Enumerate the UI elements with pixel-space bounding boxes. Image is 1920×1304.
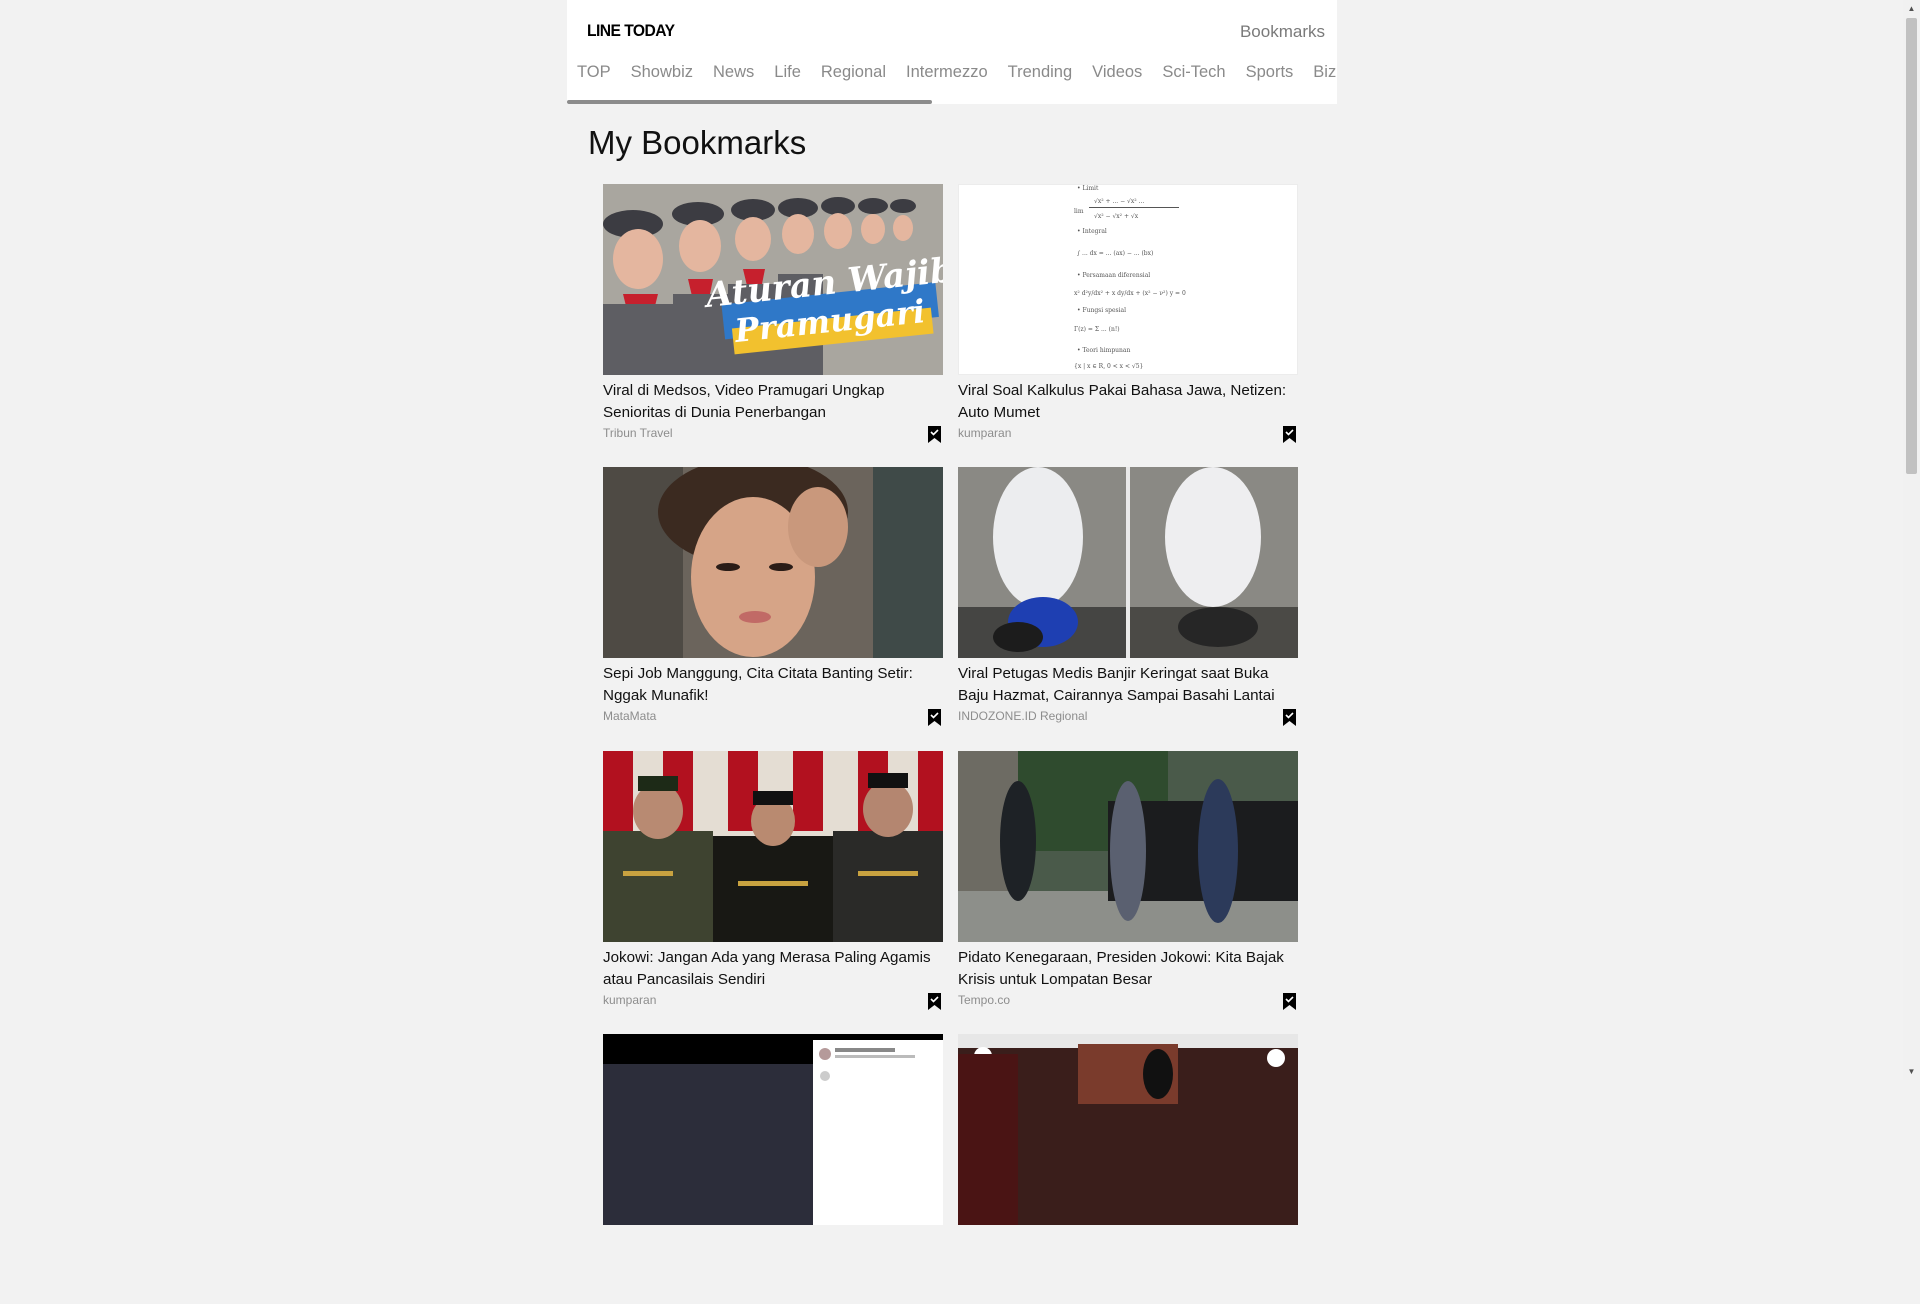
article-source: INDOZONE.ID Regional (958, 709, 1088, 723)
svg-text:• Teori himpunan: • Teori himpunan (1077, 347, 1130, 354)
tab-regional[interactable]: Regional (821, 60, 896, 90)
article-title[interactable]: Jokowi: Jangan Ada yang Merasa Paling Ag… (603, 947, 943, 991)
bookmark-card: • Limit lim √x² + ... − √x² ... √x² − √x… (958, 184, 1298, 454)
svg-text:• Persamaan diferensial: • Persamaan diferensial (1077, 272, 1150, 279)
thumbnail-image (603, 467, 943, 658)
article-thumbnail[interactable] (958, 1034, 1298, 1225)
article-thumbnail[interactable] (958, 751, 1298, 942)
article-thumbnail[interactable] (603, 467, 943, 658)
article-title[interactable]: Viral Petugas Medis Banjir Keringat saat… (958, 663, 1298, 707)
page: LINE TODAY Bookmarks TOP Showbiz News Li… (567, 0, 1337, 1225)
article-thumbnail[interactable] (603, 1034, 943, 1225)
bookmark-filled-icon[interactable] (1283, 993, 1296, 1010)
tab-life[interactable]: Life (774, 60, 811, 90)
tabs-scrollbar[interactable] (567, 100, 932, 104)
tab-sports[interactable]: Sports (1246, 60, 1304, 90)
bookmark-card (958, 1034, 1298, 1304)
svg-text:x² d²y/dx² + x dy/dx + (x² − ν: x² d²y/dx² + x dy/dx + (x² − ν²) y = 0 (1074, 290, 1186, 297)
bookmark-card: Jokowi: Jangan Ada yang Merasa Paling Ag… (603, 751, 943, 1021)
article-thumbnail[interactable] (603, 751, 943, 942)
site-logo[interactable]: LINE TODAY (587, 21, 675, 41)
thumbnail-image: • Limit lim √x² + ... − √x² ... √x² − √x… (959, 185, 1297, 374)
tab-trending[interactable]: Trending (1008, 60, 1083, 90)
svg-text:• Fungsi spesial: • Fungsi spesial (1077, 307, 1126, 314)
svg-text:√x² + ... − √x² ...: √x² + ... − √x² ... (1094, 198, 1144, 205)
svg-text:lim: lim (1074, 208, 1084, 215)
svg-text:√x² − √x² + √x: √x² − √x² + √x (1094, 213, 1139, 220)
bookmarks-link[interactable]: Bookmarks (1217, 22, 1337, 42)
article-source: MataMata (603, 709, 657, 723)
bookmark-card: Aturan Wajib Pramugari Viral di Medsos, … (603, 184, 943, 454)
window-scrollbar-thumb[interactable] (1906, 18, 1917, 474)
tab-biz[interactable]: Biz (1313, 60, 1337, 90)
article-source: kumparan (958, 426, 1012, 440)
article-thumbnail[interactable] (958, 467, 1298, 658)
tab-top[interactable]: TOP (577, 60, 621, 90)
bookmark-filled-icon[interactable] (928, 426, 941, 443)
article-title[interactable]: Viral Soal Kalkulus Pakai Bahasa Jawa, N… (958, 380, 1298, 424)
svg-text:Γ(z) = Σ ... (n!): Γ(z) = Σ ... (n!) (1074, 326, 1120, 333)
article-source: Tempo.co (958, 993, 1011, 1007)
thumbnail-image (603, 751, 943, 942)
thumbnail-image (958, 1034, 1298, 1225)
thumbnail-image (958, 467, 1298, 658)
article-source: Tribun Travel (603, 426, 673, 440)
article-title[interactable]: Sepi Job Manggung, Cita Citata Banting S… (603, 663, 943, 707)
tab-sci-tech[interactable]: Sci-Tech (1162, 60, 1235, 90)
tab-news[interactable]: News (713, 60, 764, 90)
article-thumbnail[interactable]: Aturan Wajib Pramugari (603, 184, 943, 375)
bookmark-filled-icon[interactable] (928, 709, 941, 726)
category-tabs: TOP Showbiz News Life Regional Intermezz… (567, 60, 1337, 90)
bookmark-filled-icon[interactable] (1283, 426, 1296, 443)
svg-text:• Integral: • Integral (1077, 228, 1107, 235)
bookmark-filled-icon[interactable] (1283, 709, 1296, 726)
tab-videos[interactable]: Videos (1092, 60, 1152, 90)
article-source: kumparan (603, 993, 657, 1007)
scroll-down-arrow-icon[interactable]: ▼ (1906, 1066, 1917, 1077)
page-title: My Bookmarks (588, 124, 807, 161)
scroll-up-arrow-icon[interactable]: ▲ (1906, 3, 1917, 14)
thumbnail-image (603, 1034, 943, 1225)
thumbnail-image: Aturan Wajib Pramugari (603, 184, 943, 375)
thumbnail-image (958, 751, 1298, 942)
svg-text:• Limit: • Limit (1077, 185, 1099, 192)
svg-text:{x | x ∈ R, 0 < x < √5}: {x | x ∈ R, 0 < x < √5} (1074, 363, 1144, 370)
tab-intermezzo[interactable]: Intermezzo (906, 60, 998, 90)
article-thumbnail[interactable]: • Limit lim √x² + ... − √x² ... √x² − √x… (958, 184, 1298, 375)
tab-showbiz[interactable]: Showbiz (631, 60, 703, 90)
svg-text:∫ ... dx = ... (ax) − ... (bx): ∫ ... dx = ... (ax) − ... (bx) (1077, 250, 1153, 257)
bookmark-card (603, 1034, 943, 1304)
article-title[interactable]: Pidato Kenegaraan, Presiden Jokowi: Kita… (958, 947, 1298, 991)
bookmark-filled-icon[interactable] (928, 993, 941, 1010)
article-title[interactable]: Viral di Medsos, Video Pramugari Ungkap … (603, 380, 943, 424)
bookmark-card: Pidato Kenegaraan, Presiden Jokowi: Kita… (958, 751, 1298, 1021)
header: LINE TODAY Bookmarks TOP Showbiz News Li… (567, 0, 1337, 104)
bookmark-card: Viral Petugas Medis Banjir Keringat saat… (958, 467, 1298, 737)
bookmark-card: Sepi Job Manggung, Cita Citata Banting S… (603, 467, 943, 737)
